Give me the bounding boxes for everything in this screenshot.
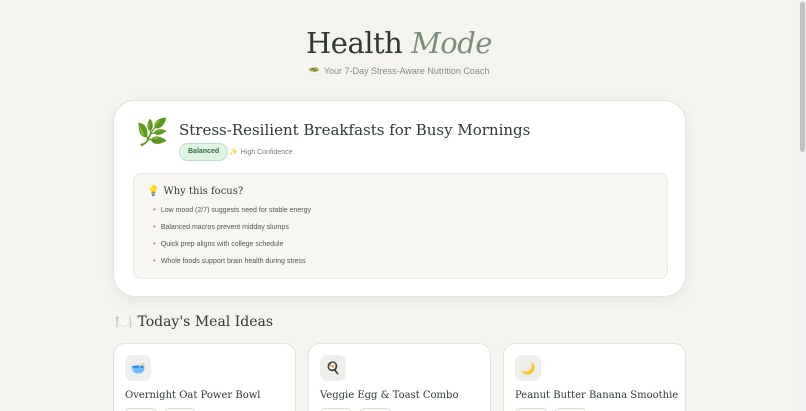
plate-icon: 🍽️ — [115, 314, 133, 330]
bullet-icon: • — [153, 222, 156, 231]
bowl-icon: 🥣 — [125, 355, 151, 381]
reason-text: Quick prep aligns with college schedule — [160, 241, 284, 248]
meal-card[interactable]: 🍳 Veggie Egg & Toast Combo — [308, 343, 491, 411]
reason-text: Whole foods support brain health during … — [160, 258, 306, 265]
vertical-scrollbar[interactable] — [798, 0, 806, 411]
balanced-badge: Balanced — [179, 143, 229, 161]
confidence-label: ✨ High Confidence — [229, 148, 292, 156]
sparkle-icon: ✨ — [229, 149, 238, 156]
salad-icon: 🥗 — [308, 66, 320, 76]
app-title-accent: Mode — [411, 26, 492, 60]
reason-text: Balanced macros prevent midday slumps — [160, 224, 289, 231]
meal-name: Overnight Oat Power Bowl — [125, 390, 261, 401]
meal-card[interactable]: 🥣 Overnight Oat Power Bowl — [113, 343, 296, 411]
app-title: Health Mode — [0, 26, 798, 60]
focus-title: Stress-Resilient Breakfasts for Busy Mor… — [179, 121, 531, 139]
meal-card[interactable]: 🌙 Peanut Butter Banana Smoothie — [503, 343, 686, 411]
reason-item: • Balanced macros prevent midday slumps — [153, 222, 289, 231]
reason-text: Low mood (2/7) suggests need for stable … — [160, 207, 312, 214]
lightbulb-icon: 💡 — [147, 186, 160, 197]
bullet-icon: • — [153, 205, 156, 214]
bullet-icon: • — [153, 256, 156, 265]
why-title-text: Why this focus? — [163, 186, 244, 197]
egg-icon: 🍳 — [320, 355, 346, 381]
meal-ideas-heading: 🍽️ Today's Meal Ideas — [115, 314, 273, 330]
app-subtitle: 🥗 Your 7-Day Stress-Aware Nutrition Coach — [0, 66, 798, 77]
meal-name: Peanut Butter Banana Smoothie — [515, 390, 679, 401]
app-header: Health Mode 🥗 Your 7-Day Stress-Aware Nut… — [0, 26, 798, 77]
reason-item: • Quick prep aligns with college schedule — [153, 239, 283, 248]
meal-name: Veggie Egg & Toast Combo — [320, 390, 459, 401]
leaf-icon: 🌿 — [136, 117, 169, 147]
confidence-text: High Confidence — [240, 149, 293, 156]
moon-icon: 🌙 — [515, 355, 541, 381]
reason-item: • Whole foods support brain health during… — [153, 256, 306, 265]
why-focus-box: 💡 Why this focus? • Low mood (2/7) suggest… — [133, 173, 668, 279]
reason-item: • Low mood (2/7) suggests need for stable… — [153, 205, 311, 214]
subtitle-text: Your 7-Day Stress-Aware Nutrition Coach — [323, 66, 490, 76]
bullet-icon: • — [153, 239, 156, 248]
scrollbar-thumb[interactable] — [800, 2, 805, 152]
focus-card: 🌿 Stress-Resilient Breakfasts for Busy M… — [113, 100, 686, 297]
why-focus-title: 💡 Why this focus? — [147, 186, 243, 197]
meal-ideas-title: Today's Meal Ideas — [137, 314, 274, 330]
app-title-main: Health — [306, 26, 403, 60]
